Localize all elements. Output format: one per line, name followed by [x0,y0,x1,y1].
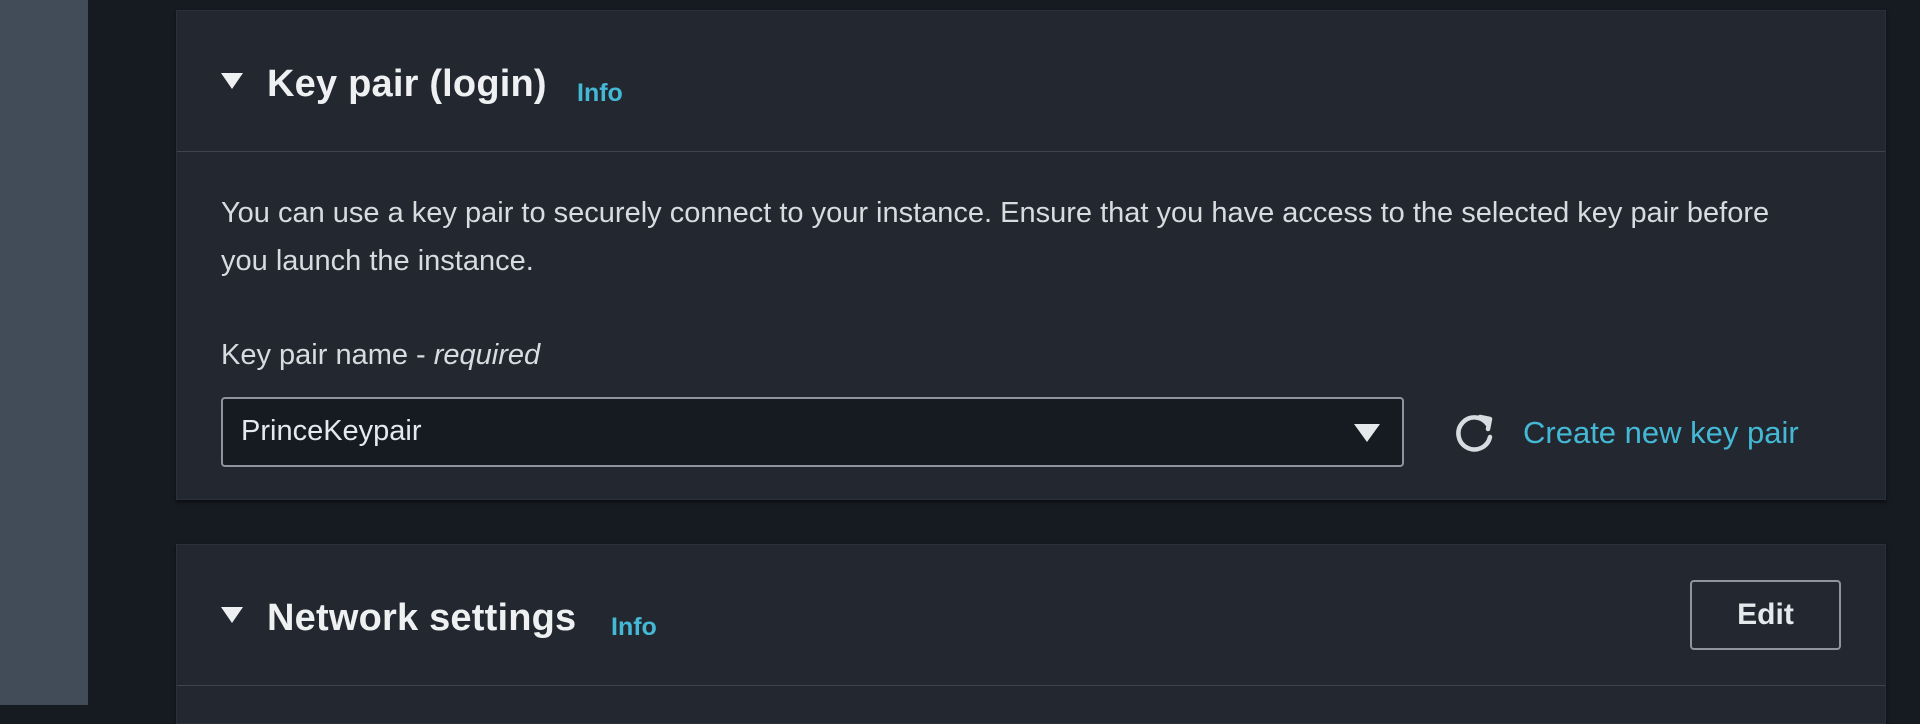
dropdown-caret-icon [1354,424,1380,442]
caret-down-icon[interactable] [221,73,243,89]
left-nav-rail [0,0,88,705]
network-settings-panel: Network settings Info Edit [176,544,1886,724]
network-panel-title: Network settings [267,597,577,639]
network-panel-header[interactable]: Network settings Info Edit [177,545,1885,685]
caret-down-icon[interactable] [221,607,243,623]
keypair-info-link[interactable]: Info [577,79,623,108]
edit-button[interactable]: Edit [1690,580,1841,650]
keypair-header-divider [177,151,1885,152]
keypair-panel-header[interactable]: Key pair (login) Info [177,11,1885,151]
keypair-name-label-text: Key pair name - [221,339,434,371]
network-info-link[interactable]: Info [611,613,657,642]
network-header-divider [177,685,1885,686]
keypair-description: You can use a key pair to securely conne… [221,197,1770,277]
keypair-select-value: PrinceKeypair [241,415,422,447]
refresh-icon[interactable] [1453,411,1497,455]
create-keypair-link[interactable]: Create new key pair [1523,415,1799,451]
keypair-select[interactable]: PrinceKeypair [221,397,1404,467]
keypair-panel: Key pair (login) Info You can use a key … [176,10,1886,500]
keypair-name-label: Key pair name - required [221,339,540,372]
required-indicator: required [433,339,541,371]
keypair-panel-title: Key pair (login) [267,63,547,105]
